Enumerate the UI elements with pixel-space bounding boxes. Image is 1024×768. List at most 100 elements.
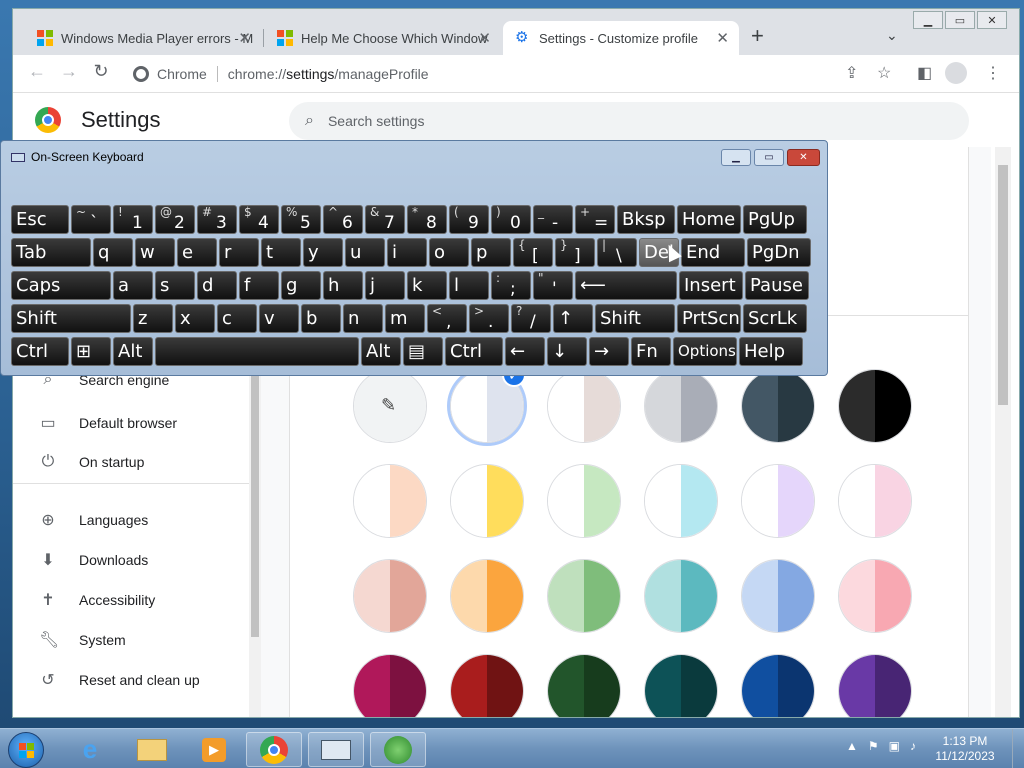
tab-media-player-errors[interactable]: Windows Media Player errors - M ✕ bbox=[25, 21, 261, 55]
key-b[interactable]: b bbox=[301, 304, 341, 333]
key-l[interactable]: l bbox=[449, 271, 489, 300]
key-e[interactable]: e bbox=[177, 238, 217, 267]
tab-search-chevron-icon[interactable]: ⌄ bbox=[886, 27, 898, 44]
key-shift[interactable]: Shift bbox=[595, 304, 675, 333]
color-swatch[interactable] bbox=[838, 464, 912, 538]
key-i[interactable]: i bbox=[387, 238, 427, 267]
key-y[interactable]: y bbox=[303, 238, 343, 267]
key-symbol[interactable]: | \ bbox=[597, 238, 637, 267]
key-symbol[interactable]: ? / bbox=[511, 304, 551, 333]
key-symbol[interactable]: #3 bbox=[197, 205, 237, 234]
key-x[interactable]: x bbox=[175, 304, 215, 333]
key-pause[interactable]: Pause bbox=[745, 271, 809, 300]
minimize-button[interactable]: ▁ bbox=[913, 11, 943, 29]
osk-minimize-button[interactable]: ▁ bbox=[721, 149, 751, 166]
key-caps[interactable]: Caps bbox=[11, 271, 111, 300]
sidebar-item-system[interactable]: 🔧︎ System bbox=[39, 630, 126, 650]
back-arrow-icon[interactable]: ← bbox=[25, 61, 49, 82]
key-help[interactable]: Help bbox=[739, 337, 803, 366]
key-esc[interactable]: Esc bbox=[11, 205, 69, 234]
close-window-button[interactable]: ✕ bbox=[977, 11, 1007, 29]
key-prtscn[interactable]: PrtScn bbox=[677, 304, 741, 333]
key-alt[interactable]: Alt bbox=[113, 337, 153, 366]
key-symbol[interactable]: $4 bbox=[239, 205, 279, 234]
key-alt[interactable]: Alt bbox=[361, 337, 401, 366]
start-button[interactable] bbox=[8, 732, 44, 768]
color-swatch[interactable] bbox=[838, 654, 912, 717]
key-m[interactable]: m bbox=[385, 304, 425, 333]
key-p[interactable]: p bbox=[471, 238, 511, 267]
key-bksp[interactable]: Bksp bbox=[617, 205, 675, 234]
key-symbol[interactable]: ← bbox=[505, 337, 545, 366]
address-bar[interactable]: Chrome chrome://settings/manageProfile bbox=[121, 59, 881, 89]
key-symbol[interactable]: % 5 bbox=[281, 205, 321, 234]
key-symbol[interactable]: (9 bbox=[449, 205, 489, 234]
color-swatch[interactable] bbox=[450, 654, 524, 717]
key-fn[interactable]: Fn bbox=[631, 337, 671, 366]
color-swatch[interactable] bbox=[644, 654, 718, 717]
key-symbol[interactable]: ~ ` bbox=[71, 205, 111, 234]
key-symbol[interactable]: ) 0 bbox=[491, 205, 531, 234]
sidebar-item-on-startup[interactable]: ⏻ On startup bbox=[39, 453, 145, 471]
color-swatch[interactable] bbox=[644, 369, 718, 443]
key-c[interactable]: c bbox=[217, 304, 257, 333]
close-tab-icon[interactable]: ✕ bbox=[716, 29, 729, 47]
key-ctrl[interactable]: Ctrl bbox=[11, 337, 69, 366]
chrome-icon[interactable] bbox=[246, 732, 302, 767]
key-options[interactable]: Options bbox=[673, 337, 737, 366]
tab-help-me-choose[interactable]: Help Me Choose Which Window ✕ bbox=[265, 21, 501, 55]
share-icon[interactable]: ⇪ bbox=[845, 63, 858, 83]
key-symbol[interactable]: ▤ bbox=[403, 337, 443, 366]
color-swatch[interactable] bbox=[838, 559, 912, 633]
sidebar-item-downloads[interactable]: ⬇ Downloads bbox=[39, 550, 148, 570]
color-swatch[interactable] bbox=[353, 464, 427, 538]
key-symbol[interactable]: → bbox=[589, 337, 629, 366]
explorer-icon[interactable] bbox=[124, 732, 180, 767]
key-symbol[interactable]: ↑ bbox=[553, 304, 593, 333]
network-icon[interactable]: ▣ bbox=[889, 739, 900, 753]
color-swatch[interactable] bbox=[741, 654, 815, 717]
key-insert[interactable]: Insert bbox=[679, 271, 743, 300]
keyboard-icon[interactable] bbox=[308, 732, 364, 767]
sidebar-item-reset[interactable]: ↺ Reset and clean up bbox=[39, 670, 199, 690]
key-symbol[interactable]: ⊞ bbox=[71, 337, 111, 366]
key-scrlk[interactable]: ScrLk bbox=[743, 304, 807, 333]
color-swatch[interactable] bbox=[644, 464, 718, 538]
key-end[interactable]: End bbox=[681, 238, 745, 267]
key-symbol[interactable]: ! 1 bbox=[113, 205, 153, 234]
close-tab-icon[interactable]: ✕ bbox=[238, 29, 251, 47]
key-shift[interactable]: Shift bbox=[11, 304, 131, 333]
key-symbol[interactable]: }] bbox=[555, 238, 595, 267]
key-symbol[interactable]: " ' bbox=[533, 271, 573, 300]
sidebar-item-default-browser[interactable]: ▭ Default browser bbox=[39, 413, 177, 433]
tab-settings[interactable]: ⚙ Settings - Customize profile ✕ bbox=[503, 21, 739, 55]
new-tab-button[interactable]: + bbox=[751, 23, 764, 49]
menu-dots-icon[interactable]: ⋮ bbox=[985, 63, 1001, 83]
color-swatch[interactable] bbox=[353, 654, 427, 717]
key-pgup[interactable]: PgUp bbox=[743, 205, 807, 234]
key-v[interactable]: v bbox=[259, 304, 299, 333]
key-home[interactable]: Home bbox=[677, 205, 741, 234]
key-symbol[interactable]: _ - bbox=[533, 205, 573, 234]
color-swatch[interactable] bbox=[644, 559, 718, 633]
color-swatch[interactable] bbox=[741, 369, 815, 443]
key-pgdn[interactable]: PgDn bbox=[747, 238, 811, 267]
color-swatch[interactable] bbox=[450, 559, 524, 633]
search-settings-input[interactable]: ⌕ Search settings bbox=[289, 102, 969, 140]
color-swatch[interactable] bbox=[353, 559, 427, 633]
key-symbol[interactable]: + = bbox=[575, 205, 615, 234]
key-f[interactable]: f bbox=[239, 271, 279, 300]
maximize-button[interactable]: ▭ bbox=[945, 11, 975, 29]
key-ctrl[interactable]: Ctrl bbox=[445, 337, 503, 366]
key-j[interactable]: j bbox=[365, 271, 405, 300]
key-u[interactable]: u bbox=[345, 238, 385, 267]
key-w[interactable]: w bbox=[135, 238, 175, 267]
color-swatch[interactable] bbox=[838, 369, 912, 443]
main-scrollbar[interactable] bbox=[995, 147, 1011, 717]
color-swatch[interactable] bbox=[547, 654, 621, 717]
clock[interactable]: 1:13 PM 11/12/2023 bbox=[930, 734, 1000, 764]
key-symbol[interactable]: @2 bbox=[155, 205, 195, 234]
color-swatch[interactable] bbox=[547, 559, 621, 633]
osk-maximize-button[interactable]: ▭ bbox=[754, 149, 784, 166]
key-symbol[interactable]: ↓ bbox=[547, 337, 587, 366]
